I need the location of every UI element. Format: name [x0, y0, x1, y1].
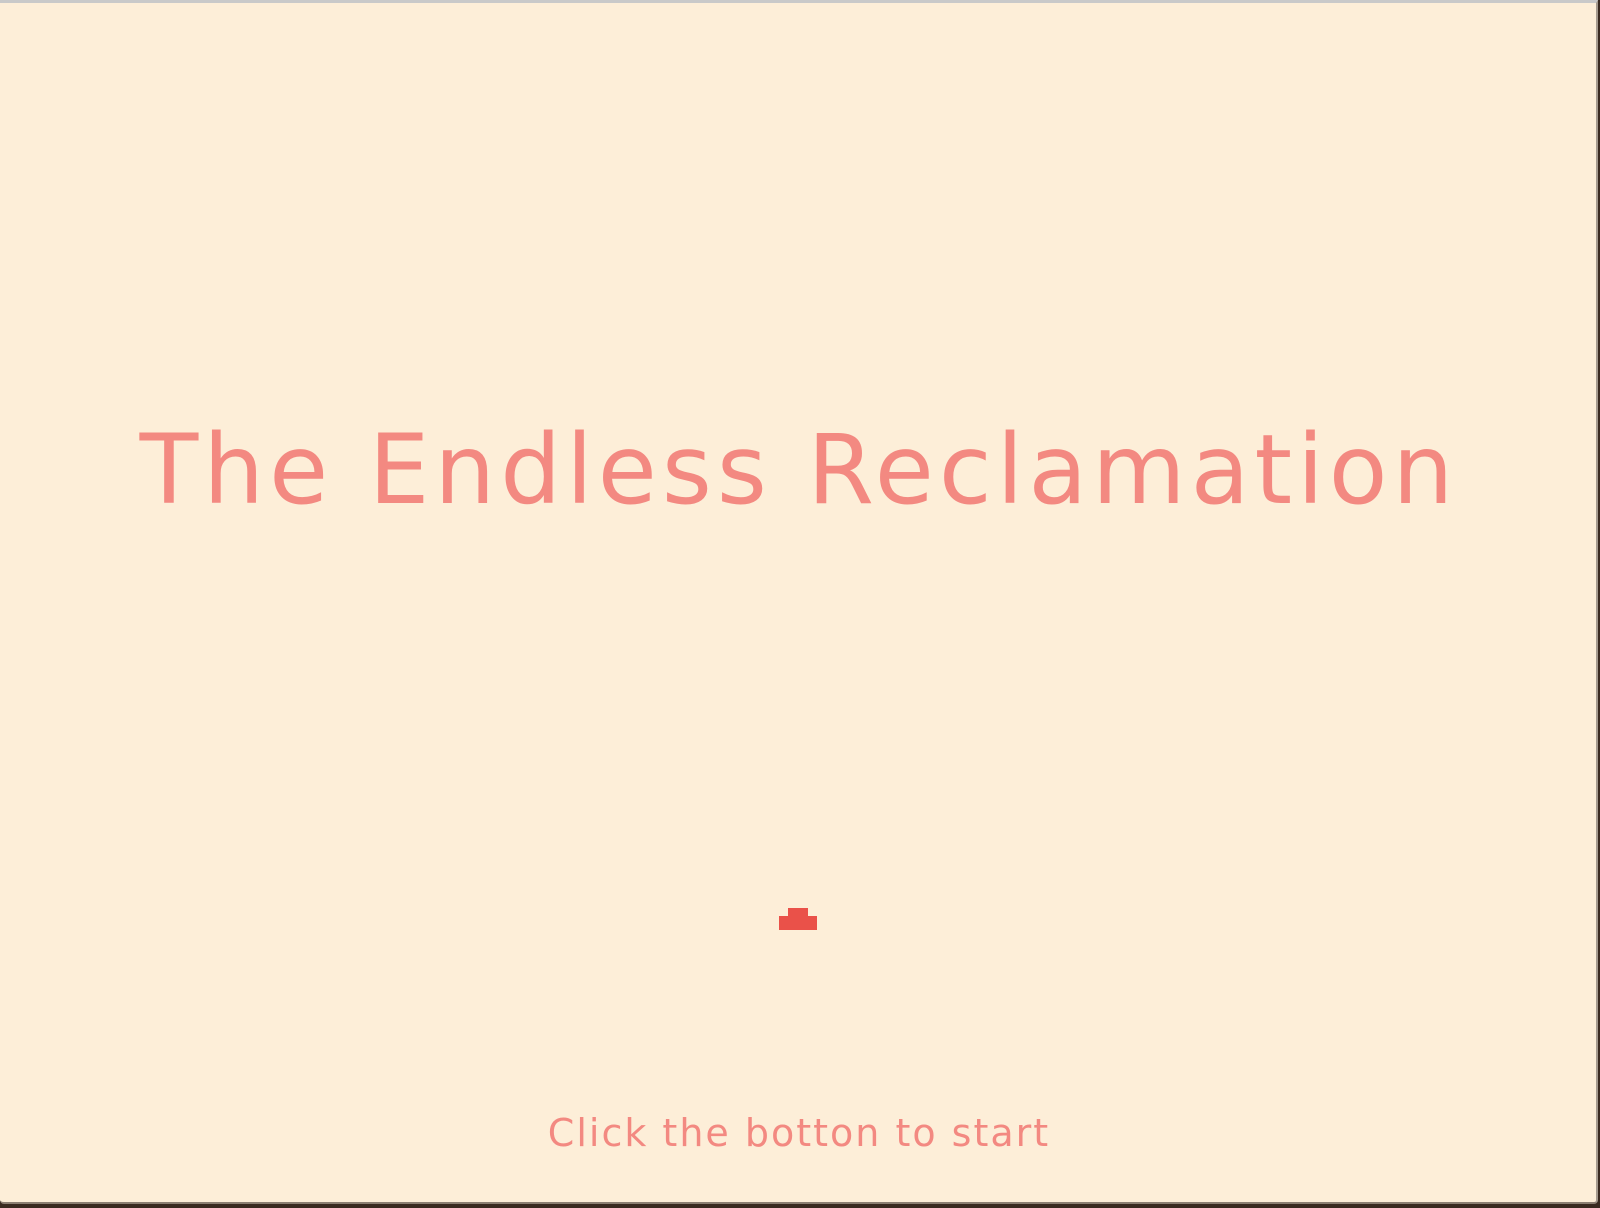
start-button-base-shape	[779, 916, 817, 930]
start-hint-text: Click the botton to start	[547, 1111, 1051, 1155]
start-button-top-shape	[788, 908, 808, 916]
game-title: The Endless Reclamation	[139, 414, 1459, 526]
start-button[interactable]	[779, 908, 817, 934]
game-window: The Endless Reclamation Click the botton…	[0, 0, 1598, 1204]
